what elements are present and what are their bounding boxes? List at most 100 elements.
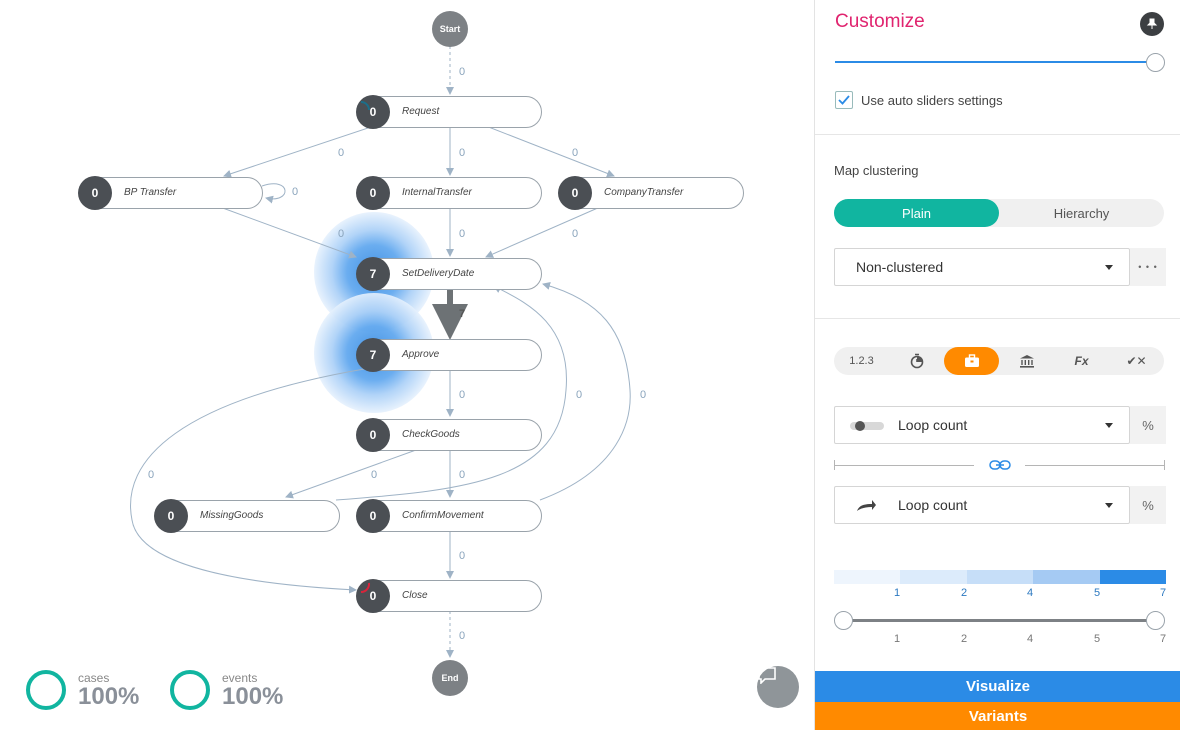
edge-metric-select[interactable]: Loop count — [834, 486, 1130, 524]
clustering-option-hierarchy[interactable]: Hierarchy — [999, 199, 1164, 227]
cluster-select-value: Non-clustered — [856, 259, 944, 275]
activity-count: 0 — [558, 176, 592, 210]
activity-node-confirm-movement[interactable]: 0 ConfirmMovement — [356, 499, 542, 533]
activity-label: MissingGoods — [200, 510, 264, 521]
tab-function[interactable]: Fx — [1054, 347, 1109, 375]
process-map-canvas[interactable]: Start End 0 Request 0 BP Transfer 0 Inte… — [0, 0, 814, 730]
tab-frequency[interactable]: 1.2.3 — [834, 347, 889, 375]
range-slider-max-handle[interactable] — [1146, 611, 1165, 630]
chevron-down-icon — [1105, 503, 1113, 508]
metric-tabs[interactable]: 1.2.3 Fx ✔✕ — [834, 347, 1164, 375]
edge-label: 0 — [338, 228, 345, 240]
checkmark-icon — [838, 95, 850, 105]
activity-node-bp-transfer[interactable]: 0 BP Transfer — [78, 176, 263, 210]
activity-node-approve[interactable]: 7 Approve — [356, 338, 542, 372]
divider — [815, 134, 1180, 135]
clustering-toggle[interactable]: Plain Hierarchy — [834, 199, 1164, 227]
node-metric-value: Loop count — [898, 417, 968, 433]
tab-duration[interactable] — [889, 347, 944, 375]
activity-node-close[interactable]: 0 Close — [356, 579, 542, 613]
activity-node-company-transfer[interactable]: 0 CompanyTransfer — [558, 176, 744, 210]
chevron-down-icon — [1105, 265, 1113, 270]
edge-label: 7 — [459, 308, 466, 320]
activity-count: 7 — [356, 257, 390, 291]
cases-ring-icon — [26, 670, 66, 710]
briefcase-icon — [964, 354, 979, 367]
scale-value: 7 — [1160, 587, 1167, 599]
edge-label: 0 — [371, 469, 378, 481]
detail-slider-handle[interactable] — [1146, 53, 1165, 72]
toggle-knob-icon — [855, 421, 865, 431]
clustering-option-plain[interactable]: Plain — [834, 199, 999, 227]
activity-node-missing-goods[interactable]: 0 MissingGoods — [154, 499, 340, 533]
end-node[interactable]: End — [432, 660, 468, 696]
range-value: 1 — [894, 633, 901, 645]
events-label: events — [222, 670, 258, 685]
activity-count: 7 — [356, 338, 390, 372]
range-slider-track[interactable] — [844, 619, 1156, 622]
link-divider-left — [834, 465, 974, 466]
activity-node-internal-transfer[interactable]: 0 InternalTransfer — [356, 176, 542, 210]
edge-label: 0 — [572, 228, 579, 240]
detail-slider-track[interactable] — [835, 61, 1157, 63]
edge-label: 0 — [148, 469, 155, 481]
activity-label: Approve — [402, 349, 440, 360]
color-scale-bin — [1100, 570, 1166, 584]
function-icon: Fx — [1074, 354, 1089, 368]
range-slider-min-handle[interactable] — [834, 611, 853, 630]
events-stat: events 100% — [170, 670, 283, 710]
events-ring-icon — [170, 670, 210, 710]
edge-label: 0 — [459, 66, 466, 78]
tab-bank[interactable] — [999, 347, 1054, 375]
cases-label: cases — [78, 670, 110, 685]
range-value: 5 — [1094, 633, 1101, 645]
activity-label: InternalTransfer — [402, 187, 472, 198]
cluster-more-button[interactable]: • • • — [1130, 248, 1166, 286]
edge-metric-percent-button[interactable]: % — [1130, 486, 1166, 524]
link-icon[interactable] — [989, 459, 1011, 471]
edge-label: 0 — [459, 389, 466, 401]
activity-node-check-goods[interactable]: 0 CheckGoods — [356, 418, 542, 452]
activity-count: 0 — [78, 176, 112, 210]
auto-sliders-checkbox[interactable] — [835, 91, 853, 109]
activity-count: 0 — [356, 176, 390, 210]
activity-count: 0 — [356, 499, 390, 533]
range-value: 2 — [961, 633, 968, 645]
edge-label: 0 — [459, 147, 466, 159]
edge-label: 0 — [338, 147, 345, 159]
events-value: 100% — [222, 682, 284, 710]
visualize-button[interactable]: Visualize — [815, 671, 1180, 702]
end-activity-marker-icon — [360, 582, 371, 594]
tab-cost[interactable] — [944, 347, 999, 375]
activity-label: Close — [402, 590, 428, 601]
link-divider-right — [1025, 465, 1165, 466]
start-label: Start — [439, 24, 461, 34]
activity-node-set-delivery-date[interactable]: 7 SetDeliveryDate — [356, 257, 542, 291]
comment-icon — [758, 667, 776, 684]
activity-label: CheckGoods — [402, 429, 460, 440]
scale-value: 1 — [894, 587, 901, 599]
activity-label: SetDeliveryDate — [402, 268, 475, 279]
cluster-select[interactable]: Non-clustered — [834, 248, 1130, 286]
edge-label: 0 — [572, 147, 579, 159]
activity-label: CompanyTransfer — [604, 187, 684, 198]
edge-label: 0 — [459, 630, 466, 642]
tab-check[interactable]: ✔✕ — [1109, 347, 1164, 375]
link-divider-tick — [834, 460, 835, 470]
auto-sliders-row[interactable]: Use auto sliders settings — [835, 91, 1003, 109]
activity-node-request[interactable]: 0 Request — [356, 95, 542, 129]
node-metric-percent-button[interactable]: % — [1130, 406, 1166, 444]
edge-label: 0 — [459, 550, 466, 562]
check-cross-icon: ✔✕ — [1126, 354, 1147, 368]
cases-stat: cases 100% — [26, 670, 139, 710]
node-metric-select[interactable]: Loop count — [834, 406, 1130, 444]
pin-button[interactable] — [1140, 12, 1164, 36]
color-scale-bin — [834, 570, 900, 584]
variants-button[interactable]: Variants — [815, 702, 1180, 730]
comment-button[interactable] — [757, 666, 799, 708]
color-scale-bin — [1033, 570, 1100, 584]
scale-value: 5 — [1094, 587, 1101, 599]
link-divider-tick — [1164, 460, 1165, 470]
start-node[interactable]: Start — [432, 11, 468, 47]
panel-title: Customize — [835, 11, 925, 32]
